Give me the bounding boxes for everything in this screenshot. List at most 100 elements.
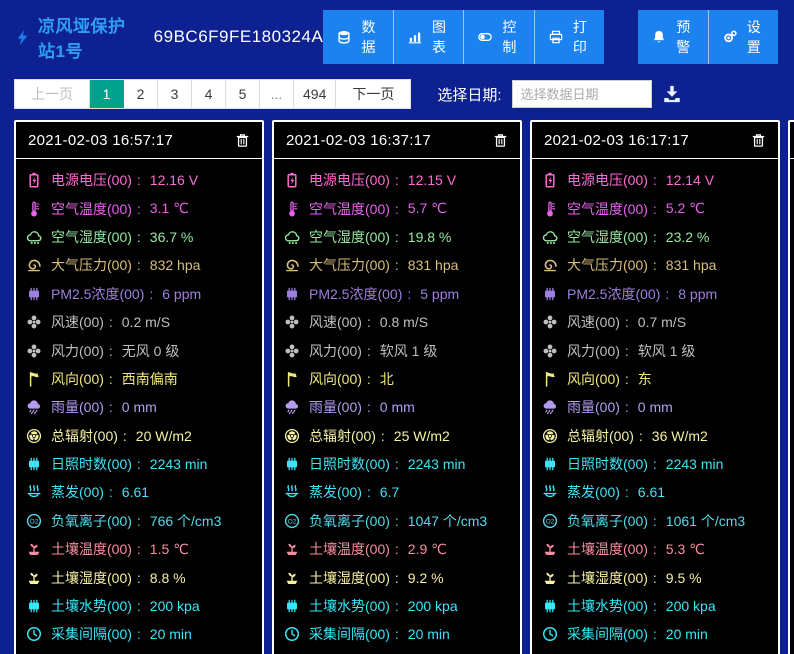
- barchart-icon: [408, 30, 422, 44]
- metric-value: 0.2 m/S: [121, 314, 171, 331]
- metric-row: 空气湿度(00):19.8 %: [284, 223, 510, 251]
- database-icon: [337, 30, 351, 44]
- metric-label: 负氧离子(00): [567, 512, 648, 529]
- metric-value: 3.1 ℃: [149, 200, 189, 217]
- nav-button-gears[interactable]: 设置: [707, 10, 778, 64]
- metric-value: 1.5 ℃: [149, 540, 189, 557]
- main-nav: 数据 图表 控制 打印 预警 设置: [323, 10, 778, 64]
- metric-icon-wrap: [542, 286, 561, 302]
- metric-value: 6.7: [379, 484, 400, 501]
- metric-label: 土壤水势(00): [567, 598, 648, 615]
- ion-icon: O2: [26, 513, 42, 529]
- nav-button-label: 设置: [746, 19, 761, 55]
- chip-icon: [542, 598, 558, 614]
- metric-row: 土壤温度(00):1.5 ℃: [26, 535, 252, 563]
- pagination-prev[interactable]: 上一页: [15, 80, 90, 108]
- metric-value: 200 kpa: [149, 598, 200, 615]
- metric-colon: :: [108, 342, 113, 359]
- metric-row: 电源电压(00):12.14 V: [542, 166, 768, 194]
- metric-row: 雨量(00):0 mm: [284, 393, 510, 421]
- metric-colon: :: [624, 484, 629, 501]
- metric-label: 土壤湿度(00): [309, 569, 390, 586]
- metric-icon-wrap: [26, 541, 45, 557]
- metric-colon: :: [366, 314, 371, 331]
- metric-colon: :: [380, 427, 385, 444]
- pagination-page-494[interactable]: 494: [294, 80, 337, 108]
- metric-value: 西南偏南: [121, 370, 178, 387]
- nav-button-toggle[interactable]: 控制: [463, 10, 534, 64]
- data-card: 2021-02-03 16:57:17 电源电压(00):12.16 V 空气温度(…: [14, 120, 264, 654]
- device-id: 69BC6F9FE180324A: [153, 27, 324, 46]
- trash-icon: [493, 133, 508, 148]
- steam-icon: [26, 484, 42, 500]
- metric-icon-wrap: [26, 456, 45, 472]
- metric-row: 风速(00):0.7 m/S: [542, 308, 768, 336]
- metric-value: 1047 个/cm3: [407, 512, 488, 529]
- humidity-icon: [284, 229, 300, 245]
- metric-value: 0 mm: [637, 399, 673, 416]
- pagination-page-5[interactable]: 5: [226, 80, 260, 108]
- metric-colon: :: [407, 285, 412, 302]
- metric-colon: :: [394, 257, 399, 274]
- metric-icon-wrap: [542, 229, 561, 245]
- sprout-icon: [542, 570, 558, 586]
- metric-label: 蒸发(00): [51, 484, 104, 501]
- date-input[interactable]: [511, 80, 652, 108]
- metric-label: 土壤湿度(00): [51, 569, 132, 586]
- card-header: 2021-02-03 16:57:17: [16, 122, 262, 159]
- delete-record-button[interactable]: [493, 133, 508, 148]
- station-title: 凉风垭保护站1号: [38, 17, 126, 61]
- metric-icon-wrap: [284, 343, 303, 359]
- delete-record-button[interactable]: [751, 133, 766, 148]
- metric-label: 风向(00): [567, 370, 620, 387]
- pagination-next[interactable]: 下一页: [336, 80, 411, 108]
- metric-icon-wrap: O2: [26, 513, 45, 529]
- metric-row: 大气压力(00):831 hpa: [284, 251, 510, 279]
- metric-label: 电源电压(00): [567, 172, 648, 189]
- pagination-page-1[interactable]: 1: [90, 80, 124, 108]
- metric-value: 36.7 %: [149, 228, 194, 245]
- metric-label: 雨量(00): [51, 399, 104, 416]
- nav-button-printer[interactable]: 打印: [533, 10, 605, 64]
- metric-colon: :: [136, 569, 141, 586]
- nav-button-label: 打印: [572, 19, 587, 55]
- metric-value: 36 W/m2: [651, 427, 708, 444]
- metric-colon: :: [136, 598, 141, 615]
- metric-icon-wrap: [284, 626, 303, 642]
- metric-value: 9.5 %: [665, 569, 702, 586]
- metric-label: 风力(00): [567, 342, 620, 359]
- metric-value: 2243 min: [407, 456, 466, 473]
- metric-value: 软风 1 级: [637, 342, 696, 359]
- pagination-page-4[interactable]: 4: [192, 80, 226, 108]
- bell-icon: [652, 30, 666, 44]
- metric-value: 831 hpa: [407, 257, 459, 274]
- chip-icon: [26, 286, 42, 302]
- metric-label: 风速(00): [309, 314, 362, 331]
- metric-row: 日照时数(00):2243 min: [542, 450, 768, 478]
- nav-button-barchart[interactable]: 图表: [392, 10, 464, 64]
- delete-record-button[interactable]: [235, 133, 250, 148]
- bolt-icon: [14, 29, 31, 46]
- metric-colon: :: [652, 228, 657, 245]
- metric-row: 土壤湿度(00):9.5 %: [542, 563, 768, 591]
- data-card-partial: [788, 120, 794, 654]
- toolbar: 上一页 1 2 3 4 5... 494 下一页 选择日期:: [0, 70, 794, 115]
- metric-label: 空气温度(00): [51, 200, 132, 217]
- metric-icon-wrap: [542, 570, 561, 586]
- metric-value: 2243 min: [665, 456, 724, 473]
- pagination-page-2[interactable]: 2: [124, 80, 158, 108]
- nav-button-database[interactable]: 数据: [323, 10, 393, 64]
- card-timestamp: 2021-02-03 16:57:17: [28, 131, 173, 149]
- metric-label: 采集间隔(00): [309, 626, 390, 643]
- pagination-page-3[interactable]: 3: [158, 80, 192, 108]
- metric-row: 风速(00):0.2 m/S: [26, 308, 252, 336]
- metric-label: 土壤水势(00): [309, 598, 390, 615]
- metric-row: O2 负氧离子(00):766 个/cm3: [26, 507, 252, 535]
- nav-button-bell[interactable]: 预警: [638, 10, 708, 64]
- metric-label: 采集间隔(00): [51, 626, 132, 643]
- fan-icon: [542, 343, 558, 359]
- gears-icon: [723, 30, 737, 44]
- metric-icon-wrap: [26, 626, 45, 642]
- download-button[interactable]: [662, 84, 682, 104]
- fan-icon: [284, 314, 300, 330]
